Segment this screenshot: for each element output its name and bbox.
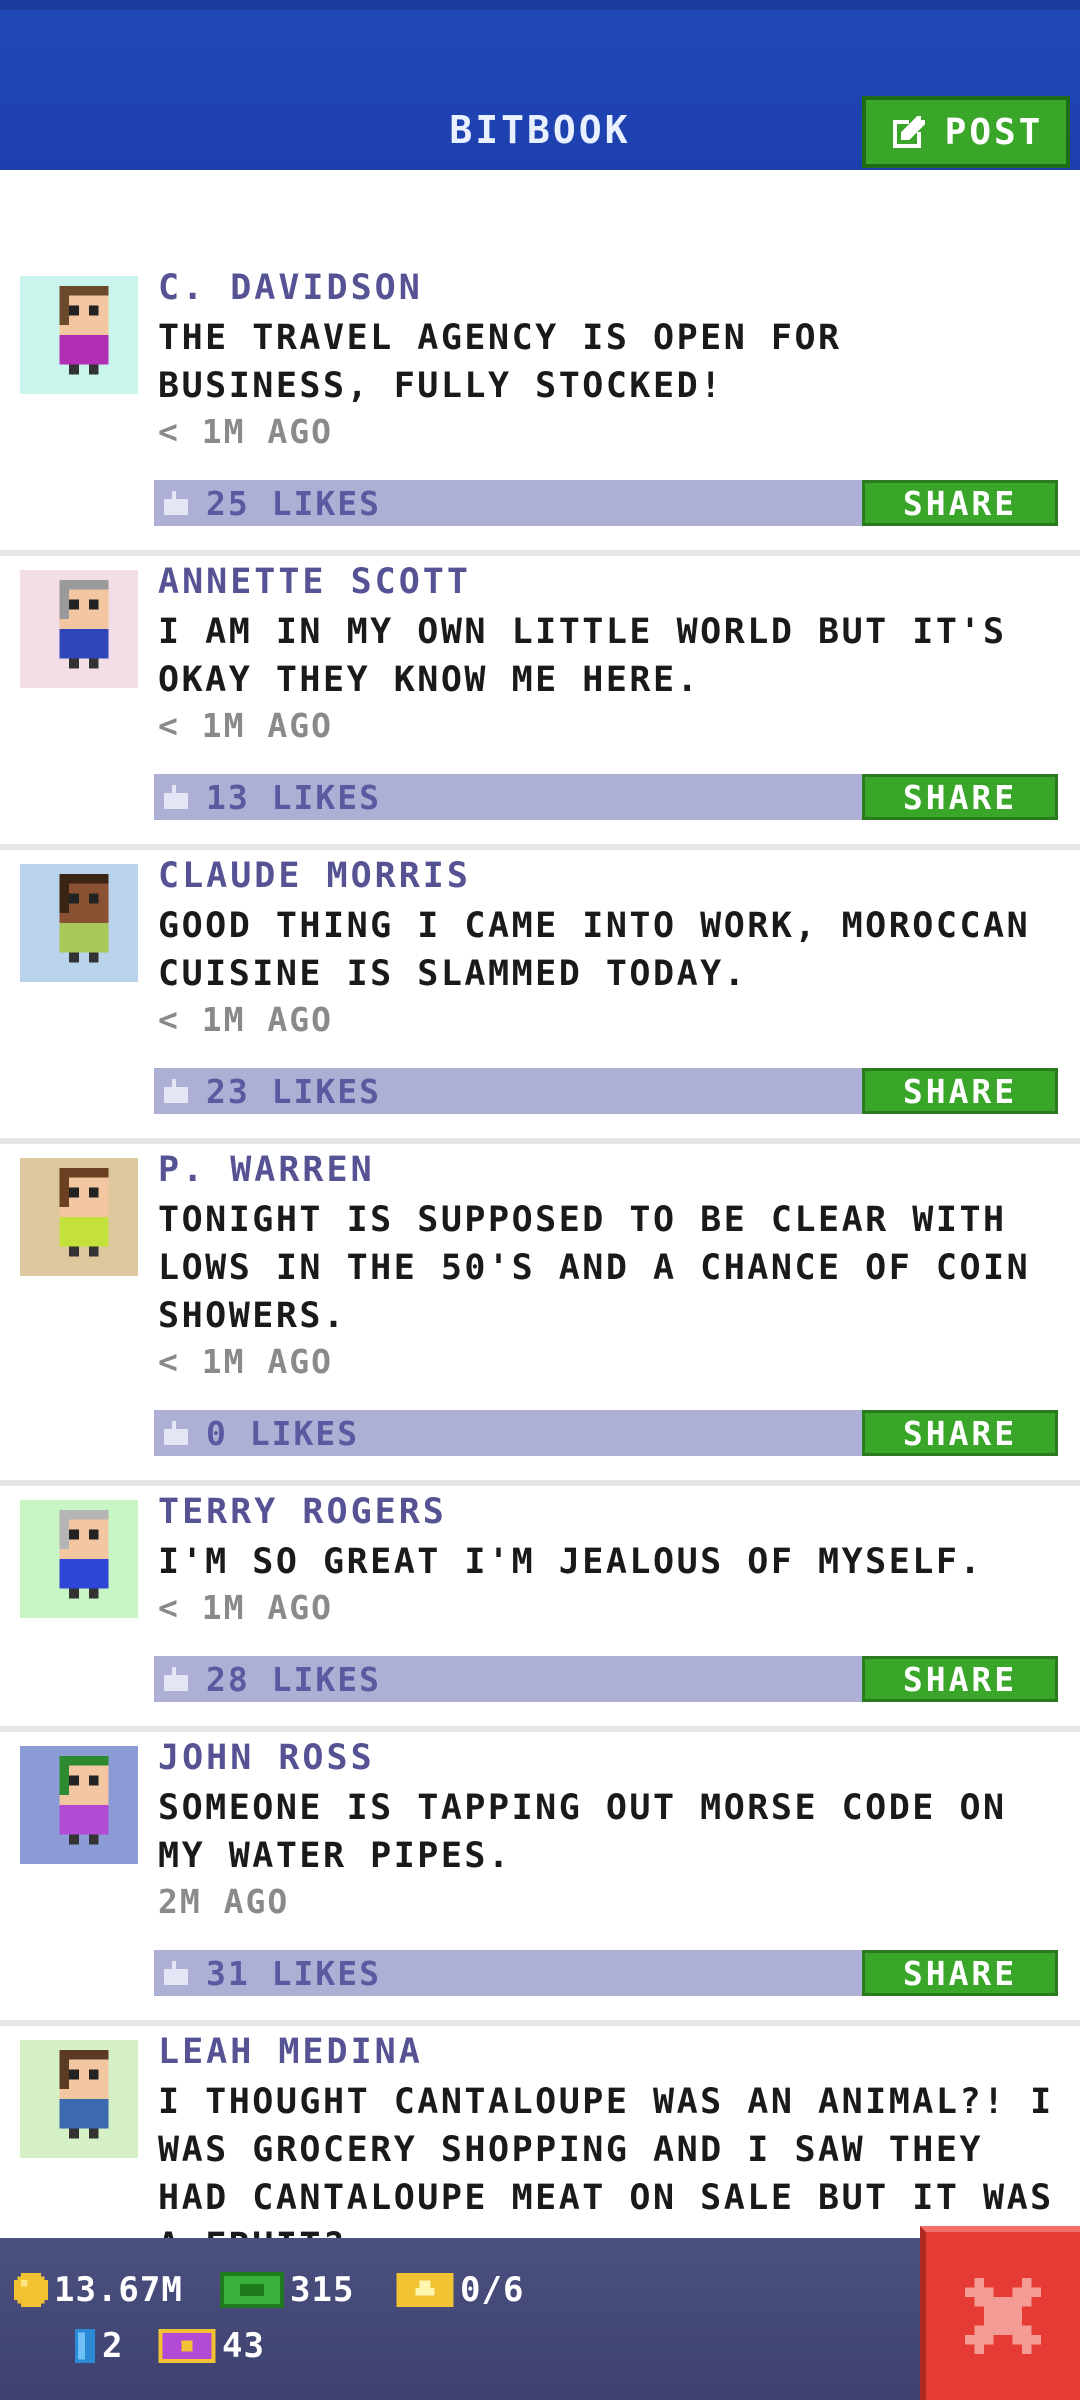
feed-list[interactable]: C. DAVIDSON THE TRAVEL AGENCY IS OPEN FOR… (0, 262, 1080, 2356)
tickets-value: 0/6 (460, 2270, 525, 2310)
post-time: < 1M AGO (158, 1000, 333, 1039)
post-time: 2M AGO (158, 1882, 290, 1921)
share-button[interactable]: SHARE (862, 480, 1058, 526)
poster-name: ANNETTE SCOTT (158, 562, 471, 602)
likes-count: 23 LIKES (206, 1072, 381, 1111)
bux-value: 315 (290, 2270, 355, 2310)
vip-ticket-icon (158, 2329, 216, 2363)
thumbs-up-icon (164, 1421, 188, 1445)
bux-stat: 315 (220, 2270, 354, 2310)
poster-name: P. WARREN (158, 1150, 375, 1190)
coins-stat: 13.67M (14, 2270, 183, 2310)
poster-name: C. DAVIDSON (158, 268, 423, 308)
thumbs-up-icon (164, 1961, 188, 1985)
avatar[interactable] (20, 2040, 138, 2158)
likes-bar[interactable]: 25 LIKES (154, 480, 862, 526)
post-body: I AM IN MY OWN LITTLE WORLD BUT IT'S OKA… (158, 612, 1007, 700)
feed-post: C. DAVIDSON THE TRAVEL AGENCY IS OPEN FOR… (0, 262, 1080, 556)
poster-name: JOHN ROSS (158, 1738, 375, 1778)
avatar[interactable] (20, 276, 138, 394)
share-button[interactable]: SHARE (862, 1950, 1058, 1996)
thumbs-up-icon (164, 1079, 188, 1103)
post-time: < 1M AGO (158, 706, 333, 745)
elevator-value: 2 (102, 2326, 124, 2366)
compose-icon (892, 116, 925, 148)
feed-post: ANNETTE SCOTT I AM IN MY OWN LITTLE WORLD… (0, 556, 1080, 850)
avatar[interactable] (20, 570, 138, 688)
likes-count: 31 LIKES (206, 1954, 381, 1993)
share-button[interactable]: SHARE (862, 774, 1058, 820)
post-button[interactable]: POST (862, 96, 1070, 168)
vip-stat: 43 (158, 2326, 265, 2366)
thumbs-up-icon (164, 1667, 188, 1691)
likes-bar[interactable]: 28 LIKES (154, 1656, 862, 1702)
share-button[interactable]: SHARE (862, 1410, 1058, 1456)
likes-bar[interactable]: 23 LIKES (154, 1068, 862, 1114)
avatar[interactable] (20, 864, 138, 982)
thumbs-up-icon (164, 785, 188, 809)
feed-post: CLAUDE MORRIS GOOD THING I CAME INTO WORK… (0, 850, 1080, 1144)
post-body: THE TRAVEL AGENCY IS OPEN FOR BUSINESS, … (158, 318, 842, 406)
post-time: < 1M AGO (158, 412, 333, 451)
post-button-label: POST (944, 111, 1044, 153)
poster-name: LEAH MEDINA (158, 2032, 423, 2072)
bottom-status-bar: 13.67M 315 0/6 2 43 (0, 2238, 1080, 2400)
avatar[interactable] (20, 1500, 138, 1618)
poster-name: TERRY ROGERS (158, 1492, 447, 1532)
avatar[interactable] (20, 1158, 138, 1276)
feed-post: P. WARREN TONIGHT IS SUPPOSED TO BE CLEAR… (0, 1144, 1080, 1486)
post-time: < 1M AGO (158, 1588, 333, 1627)
post-body: TONIGHT IS SUPPOSED TO BE CLEAR WITH LOW… (158, 1200, 1031, 1336)
tickets-stat: 0/6 (396, 2270, 524, 2310)
poster-name: CLAUDE MORRIS (158, 856, 471, 896)
post-body: GOOD THING I CAME INTO WORK, MOROCCAN CU… (158, 906, 1031, 994)
likes-bar[interactable]: 13 LIKES (154, 774, 862, 820)
coins-value: 13.67M (54, 2270, 183, 2310)
likes-bar[interactable]: 31 LIKES (154, 1950, 862, 1996)
close-icon (965, 2278, 1041, 2354)
bux-icon (220, 2272, 284, 2308)
avatar[interactable] (20, 1746, 138, 1864)
likes-bar[interactable]: 0 LIKES (154, 1410, 862, 1456)
close-button[interactable] (920, 2226, 1080, 2400)
likes-count: 13 LIKES (206, 778, 381, 817)
top-bar: BITBOOK POST (0, 0, 1080, 170)
post-time: < 1M AGO (158, 1342, 333, 1381)
post-body: SOMEONE IS TAPPING OUT MORSE CODE ON MY … (158, 1788, 1007, 1876)
elevator-icon (74, 2329, 96, 2363)
share-button[interactable]: SHARE (862, 1068, 1058, 1114)
feed-post: JOHN ROSS SOMEONE IS TAPPING OUT MORSE CO… (0, 1732, 1080, 2026)
post-body: I'M SO GREAT I'M JEALOUS OF MYSELF. (158, 1542, 984, 1582)
likes-count: 28 LIKES (206, 1660, 381, 1699)
thumbs-up-icon (164, 491, 188, 515)
likes-count: 0 LIKES (206, 1414, 360, 1453)
coin-icon (14, 2273, 48, 2307)
ticket-icon (396, 2273, 454, 2307)
vip-value: 43 (222, 2326, 265, 2366)
share-button[interactable]: SHARE (862, 1656, 1058, 1702)
likes-count: 25 LIKES (206, 484, 381, 523)
feed-post: TERRY ROGERS I'M SO GREAT I'M JEALOUS OF … (0, 1486, 1080, 1732)
elevator-stat: 2 (74, 2326, 123, 2366)
